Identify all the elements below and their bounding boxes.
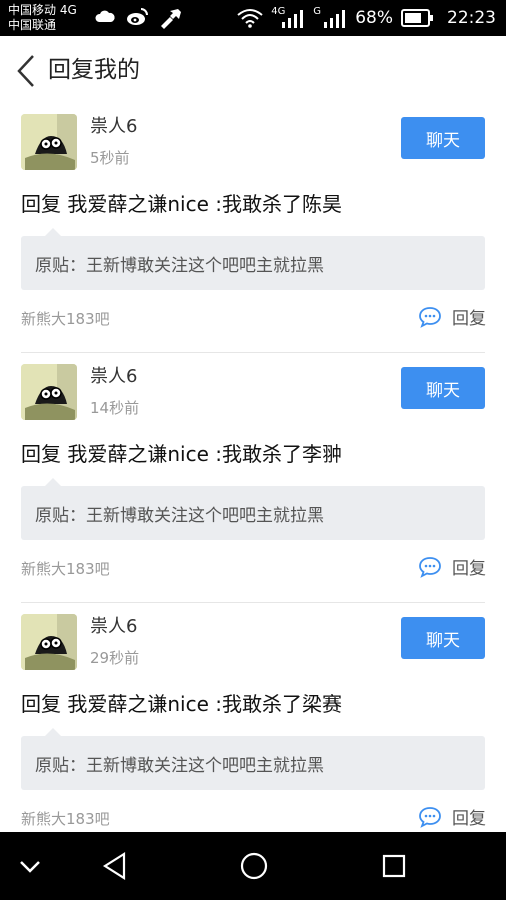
carrier-line-2: 中国联通 <box>8 18 57 32</box>
status-bar: 中国移动 4G 中国联通 4G G 68% 22:23 <box>0 0 506 36</box>
speech-bubble-icon <box>419 556 441 578</box>
chat-button[interactable]: 聊天 <box>401 367 485 409</box>
reply-button[interactable]: 回复 <box>418 554 486 579</box>
net-type-2: G <box>313 6 321 17</box>
reply-label: 回复 <box>452 559 486 579</box>
cartoon-avatar-icon <box>21 614 77 670</box>
cartoon-avatar-icon <box>21 114 77 170</box>
timestamp: 29秒前 <box>90 649 140 667</box>
cartoon-avatar-icon <box>21 364 77 420</box>
chevron-down-icon[interactable] <box>12 848 48 884</box>
reply-card: 祟人6 5秒前 聊天 回复 我爱薛之谦nice :我敢杀了陈昊 原贴：王新博敢关… <box>0 104 506 354</box>
battery-percent: 68% <box>355 8 393 28</box>
original-post-quote[interactable]: 原贴：王新博敢关注这个吧吧主就拉黑 <box>21 478 485 540</box>
chat-button[interactable]: 聊天 <box>401 617 485 659</box>
username[interactable]: 祟人6 <box>90 112 137 138</box>
quote-text: 原贴：王新博敢关注这个吧吧主就拉黑 <box>35 256 324 276</box>
carrier-info: 中国移动 4G 中国联通 <box>8 3 77 33</box>
recents-square-icon[interactable] <box>376 848 412 884</box>
reply-content[interactable]: 回复 我爱薛之谦nice :我敢杀了梁赛 <box>21 688 342 717</box>
cloud-icon <box>95 10 115 22</box>
back-button[interactable] <box>14 54 40 88</box>
reply-card: 祟人6 29秒前 聊天 回复 我爱薛之谦nice :我敢杀了梁赛 原贴：王新博敢… <box>0 604 506 832</box>
reply-card: 祟人6 14秒前 聊天 回复 我爱薛之谦nice :我敢杀了李翀 原贴：王新博敢… <box>0 354 506 604</box>
username[interactable]: 祟人6 <box>90 612 137 638</box>
avatar[interactable] <box>21 114 77 170</box>
divider <box>21 602 485 603</box>
username[interactable]: 祟人6 <box>90 362 137 388</box>
timestamp: 14秒前 <box>90 399 140 417</box>
signal-1: 4G <box>271 7 305 29</box>
tools-icon <box>161 9 181 29</box>
clock: 22:23 <box>447 8 496 28</box>
forum-name[interactable]: 新熊大183吧 <box>21 808 110 829</box>
reply-content[interactable]: 回复 我爱薛之谦nice :我敢杀了李翀 <box>21 438 342 467</box>
forum-name[interactable]: 新熊大183吧 <box>21 558 110 579</box>
signal-bars-icon <box>282 10 304 28</box>
avatar[interactable] <box>21 364 77 420</box>
system-nav-bar <box>0 832 506 900</box>
back-triangle-icon[interactable] <box>97 848 133 884</box>
original-post-quote[interactable]: 原贴：王新博敢关注这个吧吧主就拉黑 <box>21 228 485 290</box>
reply-button[interactable]: 回复 <box>418 304 486 329</box>
quote-text: 原贴：王新博敢关注这个吧吧主就拉黑 <box>35 756 324 776</box>
home-circle-icon[interactable] <box>236 848 272 884</box>
signal-2: G <box>313 7 347 29</box>
reply-label: 回复 <box>452 809 486 829</box>
chat-button[interactable]: 聊天 <box>401 117 485 159</box>
timestamp: 5秒前 <box>90 149 130 167</box>
speech-bubble-icon <box>419 806 441 828</box>
wifi-icon <box>237 9 263 28</box>
original-post-quote[interactable]: 原贴：王新博敢关注这个吧吧主就拉黑 <box>21 728 485 790</box>
carrier-line-1: 中国移动 4G <box>8 3 77 17</box>
signal-bars-icon <box>324 10 346 28</box>
battery-icon <box>401 9 433 27</box>
chevron-left-icon <box>17 55 34 87</box>
status-right: 4G G 68% 22:23 <box>237 0 496 36</box>
page-title: 回复我的 <box>48 57 140 83</box>
forum-name[interactable]: 新熊大183吧 <box>21 308 110 329</box>
quote-text: 原贴：王新博敢关注这个吧吧主就拉黑 <box>35 506 324 526</box>
reply-list[interactable]: 祟人6 5秒前 聊天 回复 我爱薛之谦nice :我敢杀了陈昊 原贴：王新博敢关… <box>0 104 506 832</box>
reply-label: 回复 <box>452 309 486 329</box>
reply-content[interactable]: 回复 我爱薛之谦nice :我敢杀了陈昊 <box>21 188 342 217</box>
app-header: 回复我的 <box>0 36 506 104</box>
avatar[interactable] <box>21 614 77 670</box>
speech-bubble-icon <box>419 306 441 328</box>
weibo-icon <box>127 8 148 25</box>
reply-button[interactable]: 回复 <box>418 804 486 829</box>
divider <box>21 352 485 353</box>
